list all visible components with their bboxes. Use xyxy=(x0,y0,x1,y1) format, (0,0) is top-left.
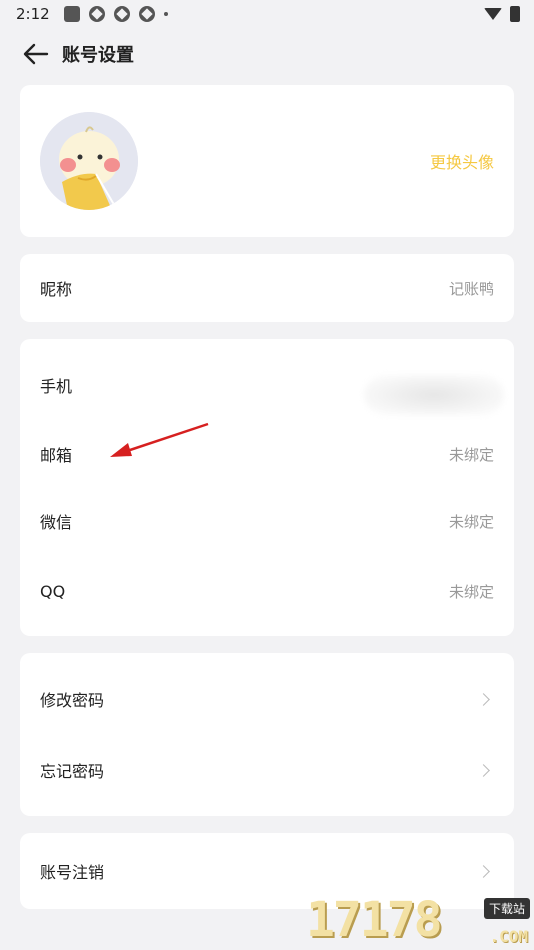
chevron-right-icon xyxy=(477,692,490,706)
forgot-password-label: 忘记密码 xyxy=(40,762,105,781)
chevron-right-icon xyxy=(477,763,490,777)
wechat-label: 微信 xyxy=(40,513,73,532)
chevron-right-icon xyxy=(477,864,490,878)
nickname-label: 昵称 xyxy=(40,280,73,299)
app-notification-icon xyxy=(113,6,130,22)
bindings-card: 手机 邮箱 未绑定 微信 未绑定 QQ 未绑定 xyxy=(20,339,514,636)
wechat-value: 未绑定 xyxy=(448,512,494,531)
watermark-logo: 17178 xyxy=(306,892,442,948)
qq-label: QQ xyxy=(40,581,66,601)
email-label: 邮箱 xyxy=(40,446,73,465)
status-time: 2:12 xyxy=(16,5,50,23)
notification-icon xyxy=(63,6,80,22)
change-avatar-button[interactable]: 更换头像 xyxy=(430,149,494,173)
nickname-row[interactable]: 昵称 记账鸭 xyxy=(20,258,514,318)
duck-avatar-icon xyxy=(40,112,138,210)
qq-row[interactable]: QQ 未绑定 xyxy=(20,561,514,621)
phone-row[interactable]: 手机 xyxy=(20,355,514,415)
status-bar: 2:12 xyxy=(0,0,534,28)
site-watermark: 17178 下载站 .COM xyxy=(304,888,534,950)
phone-label: 手机 xyxy=(40,377,73,396)
more-notifications-icon xyxy=(163,12,168,16)
app-notification-icon xyxy=(88,6,105,22)
app-notification-icon xyxy=(138,6,155,22)
avatar[interactable] xyxy=(40,112,138,210)
change-password-label: 修改密码 xyxy=(40,691,105,710)
phone-blurred-value xyxy=(364,375,504,415)
email-value: 未绑定 xyxy=(448,445,494,464)
wifi-icon xyxy=(484,8,502,20)
battery-icon xyxy=(510,6,520,22)
watermark-badge: 下载站 xyxy=(483,898,530,919)
wechat-row[interactable]: 微信 未绑定 xyxy=(20,491,514,551)
account-cancel-label: 账号注销 xyxy=(40,863,105,882)
nickname-value: 记账鸭 xyxy=(448,279,494,298)
email-row[interactable]: 邮箱 未绑定 xyxy=(20,424,514,484)
nickname-card: 昵称 记账鸭 xyxy=(20,254,514,322)
back-arrow-icon xyxy=(23,43,49,65)
forgot-password-row[interactable]: 忘记密码 xyxy=(20,740,514,800)
back-button[interactable] xyxy=(16,34,56,74)
annotation-arrow-icon xyxy=(110,422,209,457)
app-header: 账号设置 xyxy=(0,30,534,78)
watermark-suffix: .COM xyxy=(489,927,528,946)
change-password-row[interactable]: 修改密码 xyxy=(20,669,514,729)
password-card: 修改密码 忘记密码 xyxy=(20,653,514,816)
qq-value: 未绑定 xyxy=(448,582,494,601)
avatar-card: 更换头像 xyxy=(20,85,514,237)
page-title: 账号设置 xyxy=(62,45,134,66)
